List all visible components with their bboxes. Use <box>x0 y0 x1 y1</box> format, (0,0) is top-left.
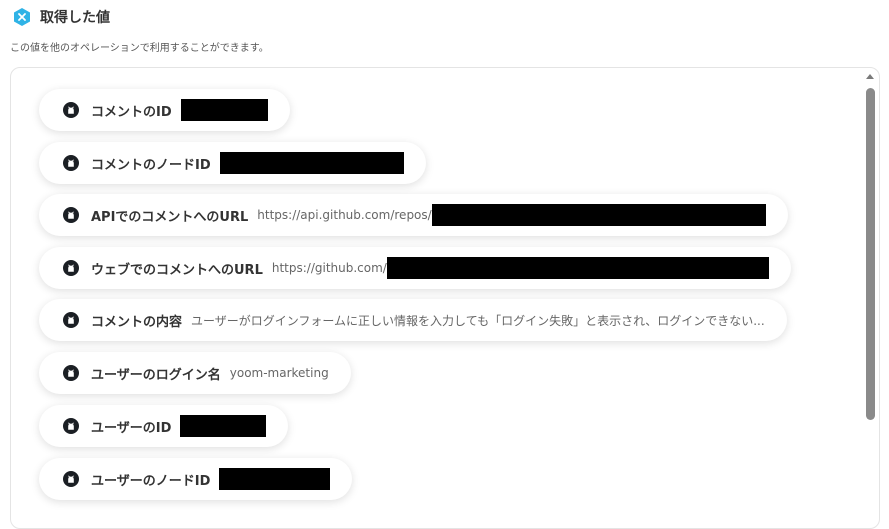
github-icon <box>63 365 79 381</box>
field-value: ユーザーがログインフォームに正しい情報を入力しても「ログイン失敗」と表示され、ロ… <box>191 313 765 328</box>
output-field-user-node-id[interactable]: ユーザーのノードID <box>39 458 353 500</box>
field-value: https://github.com/ <box>271 261 387 275</box>
redacted-value <box>180 99 268 121</box>
section-description: この値を他のオペレーションで利用することができます。 <box>10 43 269 54</box>
redacted-value <box>431 204 766 226</box>
section-header: 取得した値 <box>12 7 110 27</box>
redacted-value <box>219 468 331 490</box>
github-icon <box>63 155 79 171</box>
output-field-user-id[interactable]: ユーザーのID <box>39 405 289 447</box>
output-field-api-comment-url[interactable]: APIでのコメントへのURL https://api.github.com/re… <box>39 194 788 236</box>
field-label: APIでのコメントへのURL <box>91 209 249 225</box>
output-field-web-comment-url[interactable]: ウェブでのコメントへのURL https://github.com/ <box>39 247 791 289</box>
output-values-list: コメントのID コメントのノードID APIでのコメントへのURL https:… <box>11 68 879 528</box>
github-icon <box>63 207 79 223</box>
field-label: ユーザーのログイン名 <box>91 367 221 383</box>
output-values-panel[interactable]: コメントのID コメントのノードID APIでのコメントへのURL https:… <box>10 67 880 529</box>
output-field-comment-node-id[interactable]: コメントのノードID <box>39 142 426 184</box>
field-label: コメントのID <box>91 104 172 120</box>
field-label: コメントのノードID <box>91 157 211 173</box>
field-value: yoom-marketing <box>229 366 329 380</box>
yoom-logo-icon <box>14 8 30 26</box>
output-field-comment-body[interactable]: コメントの内容 ユーザーがログインフォームに正しい情報を入力しても「ログイン失敗… <box>39 299 787 341</box>
redacted-value <box>180 415 267 437</box>
github-icon <box>63 260 79 276</box>
field-label: ユーザーのID <box>91 420 172 436</box>
github-icon <box>63 471 79 487</box>
redacted-value <box>386 257 769 279</box>
redacted-value <box>219 152 404 174</box>
scroll-up-arrow-icon[interactable] <box>866 74 874 79</box>
output-field-user-login[interactable]: ユーザーのログイン名 yoom-marketing <box>39 352 351 394</box>
scrollbar-thumb[interactable] <box>866 88 875 420</box>
github-icon <box>63 312 79 328</box>
field-label: コメントの内容 <box>91 314 183 330</box>
page-title: 取得した値 <box>40 10 110 26</box>
field-label: ユーザーのノードID <box>91 473 211 489</box>
output-field-comment-id[interactable]: コメントのID <box>39 89 290 131</box>
github-icon <box>63 418 79 434</box>
field-label: ウェブでのコメントへのURL <box>91 262 263 278</box>
github-icon <box>63 102 79 118</box>
field-value: https://api.github.com/repos/ <box>257 208 432 222</box>
